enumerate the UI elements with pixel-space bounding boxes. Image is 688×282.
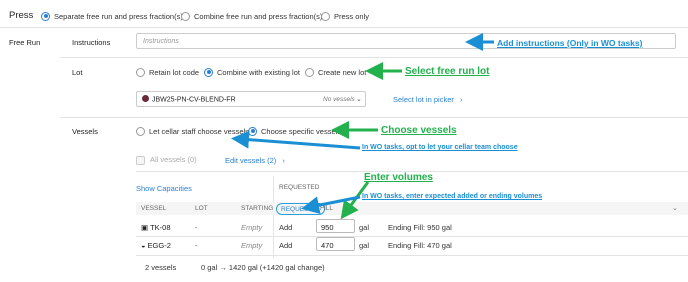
arrow-wo-cellar (231, 130, 361, 150)
annotation-arrows (231, 33, 494, 220)
